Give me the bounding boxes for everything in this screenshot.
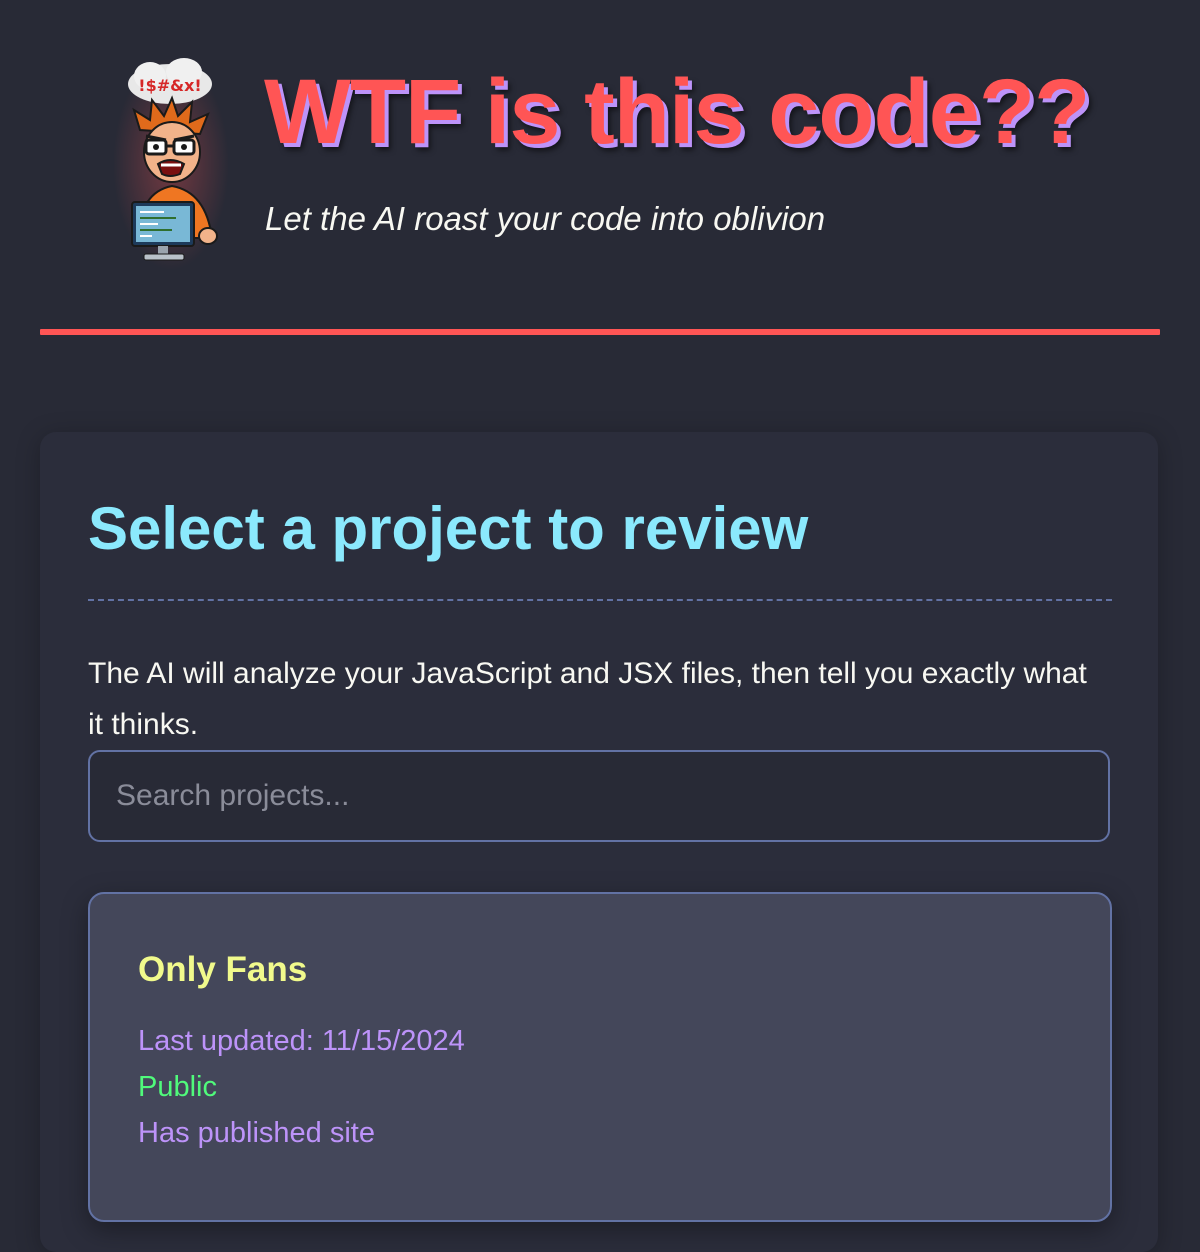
app-title: WTF is this code??: [264, 61, 1090, 163]
project-card[interactable]: Only Fans Last updated: 11/15/2024 Publi…: [88, 892, 1112, 1222]
search-input[interactable]: [88, 750, 1110, 842]
section-description: The AI will analyze your JavaScript and …: [88, 657, 1087, 741]
page-header: !$#&x! WTF is this code?? Let the AI roa…: [0, 0, 1200, 330]
project-visibility: Public: [138, 1071, 217, 1103]
project-name: Only Fans: [138, 950, 308, 989]
dashed-divider: [88, 599, 1112, 601]
app-subtitle: Let the AI roast your code into oblivion: [265, 200, 826, 237]
svg-text:!$#&x!: !$#&x!: [138, 76, 201, 95]
header-divider: [40, 329, 1160, 335]
project-published-status: Has published site: [138, 1117, 375, 1149]
section-title: Select a project to review: [88, 495, 809, 562]
project-last-updated: Last updated: 11/15/2024: [138, 1025, 465, 1057]
project-selector-panel: Select a project to review The AI will a…: [40, 432, 1158, 1252]
angry-coder-avatar-icon: !$#&x!: [112, 52, 230, 270]
